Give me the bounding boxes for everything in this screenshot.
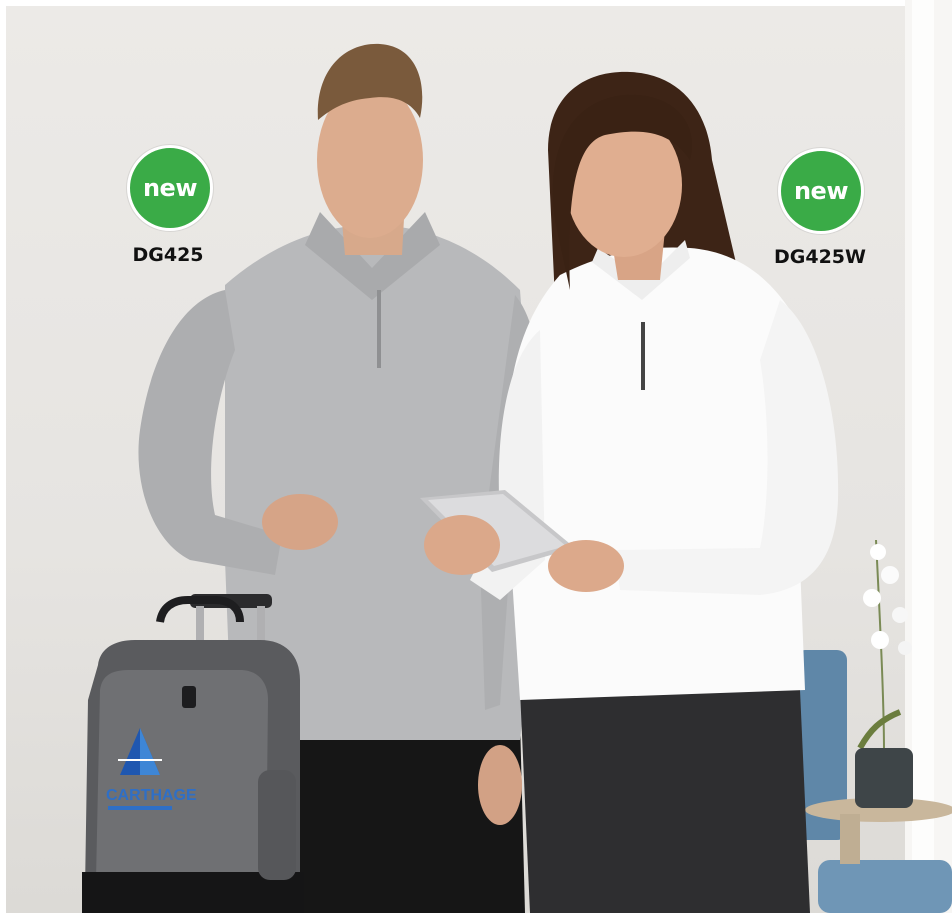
top-frame [0, 0, 952, 6]
bag-logo-text: CARTHAGE [106, 787, 197, 804]
backpack: CARTHAGE [82, 594, 304, 913]
product-code-right: DG425W [774, 246, 866, 268]
orchid-plant [855, 539, 913, 808]
product-code-left: DG425 [132, 244, 204, 266]
new-badge-left: new [127, 145, 213, 231]
product-photo-scene: CARTHAGE new DG425 new DG425W [0, 0, 952, 913]
new-badge-right: new [778, 148, 864, 234]
photo-illustration: CARTHAGE [0, 0, 952, 913]
left-frame [0, 0, 6, 913]
